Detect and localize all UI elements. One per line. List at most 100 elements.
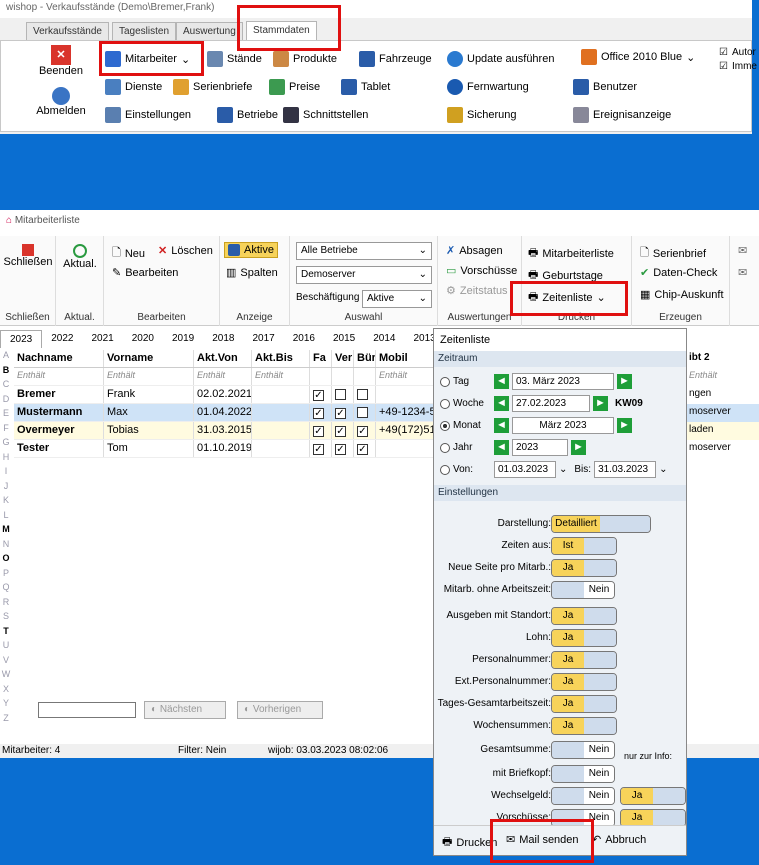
year-tab[interactable]: 2016: [284, 330, 324, 348]
checkbox[interactable]: ✓: [335, 426, 346, 437]
table-row[interactable]: Bremer Frank 02.02.2021 ✓: [14, 386, 434, 404]
aktual-button[interactable]: Aktual.: [58, 244, 102, 270]
prev-arrow-icon[interactable]: ◄: [494, 396, 509, 411]
serienbriefe-button[interactable]: Serienbriefe: [173, 79, 252, 95]
index-letter[interactable]: B: [0, 365, 12, 380]
index-letter[interactable]: N: [0, 539, 12, 554]
checkbox[interactable]: [357, 407, 368, 418]
filter-cell[interactable]: Enthält: [14, 368, 104, 385]
next-arrow-icon[interactable]: ►: [617, 374, 632, 389]
index-letter[interactable]: T: [0, 626, 12, 641]
von-radio[interactable]: [440, 464, 450, 475]
tag-radio[interactable]: [440, 376, 450, 387]
bis-input[interactable]: 31.03.2023: [594, 461, 657, 478]
setting-toggle[interactable]: Nein: [551, 581, 615, 599]
checkbox-cell[interactable]: ✓: [332, 404, 354, 421]
index-letter[interactable]: C: [0, 379, 12, 394]
index-letter[interactable]: X: [0, 684, 12, 699]
index-letter[interactable]: D: [0, 394, 12, 409]
loeschen-button[interactable]: ✕ Löschen: [158, 244, 213, 258]
checkbox-cell[interactable]: ✓: [332, 422, 354, 439]
setting-toggle[interactable]: Ja: [551, 673, 617, 691]
table-row[interactable]: Mustermann Max 01.04.2022 ✓ ✓ +49-1234-5: [14, 404, 434, 422]
server-select[interactable]: Demoserver ⌄: [296, 266, 432, 284]
next-arrow-icon[interactable]: ►: [571, 440, 586, 455]
col-aktvon[interactable]: Akt.Von: [194, 350, 252, 367]
index-letter[interactable]: H: [0, 452, 12, 467]
index-letter[interactable]: G: [0, 437, 12, 452]
checkbox[interactable]: ✓: [357, 444, 368, 455]
index-letter[interactable]: Q: [0, 582, 12, 597]
setting-toggle[interactable]: Ja: [551, 717, 617, 735]
betriebe-select[interactable]: Alle Betriebe ⌄: [296, 242, 432, 260]
filter-cell[interactable]: [310, 368, 332, 385]
serienbrief-button[interactable]: 🗋 Serienbrief: [640, 244, 706, 263]
tablet-button[interactable]: Tablet: [341, 79, 390, 95]
monat-radio[interactable]: [440, 420, 450, 431]
naechsten-button[interactable]: ◐ Nächsten: [144, 701, 226, 719]
einstellungen-button[interactable]: Einstellungen: [105, 107, 191, 123]
ereignis-button[interactable]: Ereignisanzeige: [573, 107, 671, 123]
beschaeftigung-select[interactable]: Aktive ⌄: [362, 290, 432, 308]
setting-toggle[interactable]: Ja: [551, 559, 617, 577]
table-row[interactable]: Overmeyer Tobias 31.03.2015 ✓ ✓ ✓ +49(172)51: [14, 422, 434, 440]
theme-select[interactable]: Office 2010 Blue ⌄: [581, 49, 695, 65]
fernwartung-button[interactable]: Fernwartung: [447, 79, 529, 95]
index-letter[interactable]: A: [0, 350, 12, 365]
setting-toggle[interactable]: Ja: [551, 651, 617, 669]
setting-toggle[interactable]: Nein: [551, 741, 615, 759]
imme-checkbox[interactable]: ☑ Imme: [719, 61, 757, 72]
update-button[interactable]: Update ausführen: [447, 51, 554, 67]
checkbox-cell[interactable]: [354, 404, 376, 421]
checkbox[interactable]: ✓: [313, 426, 324, 437]
setting-toggle[interactable]: Nein: [551, 765, 615, 783]
index-letter[interactable]: Z: [0, 713, 12, 728]
checkbox[interactable]: ✓: [313, 408, 324, 419]
checkbox[interactable]: ✓: [357, 426, 368, 437]
year-tab[interactable]: 2018: [203, 330, 243, 348]
abmelden-button[interactable]: Abmelden: [33, 87, 89, 117]
mitarbeiterliste-button[interactable]: 🖶 Mitarbeiterliste: [528, 244, 614, 263]
filter-cell[interactable]: [354, 368, 376, 385]
year-tab[interactable]: 2014: [364, 330, 404, 348]
year-tab[interactable]: 2021: [83, 330, 123, 348]
staende-button[interactable]: Stände: [207, 51, 262, 67]
checkbox[interactable]: ✓: [335, 444, 346, 455]
filter-cell[interactable]: Enthält: [687, 368, 759, 386]
checkbox[interactable]: ✓: [313, 444, 324, 455]
monat-input[interactable]: März 2023: [512, 417, 614, 434]
beenden-button[interactable]: ✕ Beenden: [37, 45, 85, 77]
neu-button[interactable]: 🗋 Neu: [112, 244, 145, 263]
col-vorname[interactable]: Vorname: [104, 350, 194, 367]
chevron-down-icon[interactable]: ⌄: [559, 464, 567, 475]
benutzer-button[interactable]: Benutzer: [573, 79, 637, 95]
mail-icon[interactable]: ✉: [738, 266, 747, 279]
search-input[interactable]: [38, 702, 136, 718]
filter-row[interactable]: Enthält Enthält Enthält Enthält Enthält: [14, 368, 434, 386]
setting-toggle[interactable]: Ja: [551, 629, 617, 647]
checkbox[interactable]: [335, 389, 346, 400]
year-tab[interactable]: 2020: [123, 330, 163, 348]
abbruch-button[interactable]: ↶ Abbruch: [592, 833, 646, 847]
info-toggle[interactable]: Ja: [620, 787, 686, 805]
next-arrow-icon[interactable]: ►: [593, 396, 608, 411]
aktive-button[interactable]: Aktive: [224, 242, 278, 258]
index-letter[interactable]: J: [0, 481, 12, 496]
filter-cell[interactable]: [332, 368, 354, 385]
tag-input[interactable]: 03. März 2023: [512, 373, 614, 390]
index-letter[interactable]: S: [0, 611, 12, 626]
setting-toggle[interactable]: Detailliert: [551, 515, 651, 533]
index-letter[interactable]: M: [0, 524, 12, 539]
woche-input[interactable]: 27.02.2023: [512, 395, 590, 412]
index-letter[interactable]: K: [0, 495, 12, 510]
checkbox-cell[interactable]: ✓: [310, 404, 332, 421]
index-letter[interactable]: W: [0, 669, 12, 684]
index-letter[interactable]: U: [0, 640, 12, 655]
vorschuesse-button[interactable]: ▭ Vorschüsse: [446, 264, 517, 278]
dienste-button[interactable]: Dienste: [105, 79, 162, 95]
index-letter[interactable]: O: [0, 553, 12, 568]
betriebe-button[interactable]: Betriebe: [217, 107, 278, 123]
schliessen-button[interactable]: Schließen: [2, 244, 54, 268]
col-ver[interactable]: Ver: [332, 350, 354, 367]
tab-verkaufsstaende[interactable]: Verkaufsstände: [26, 22, 109, 40]
